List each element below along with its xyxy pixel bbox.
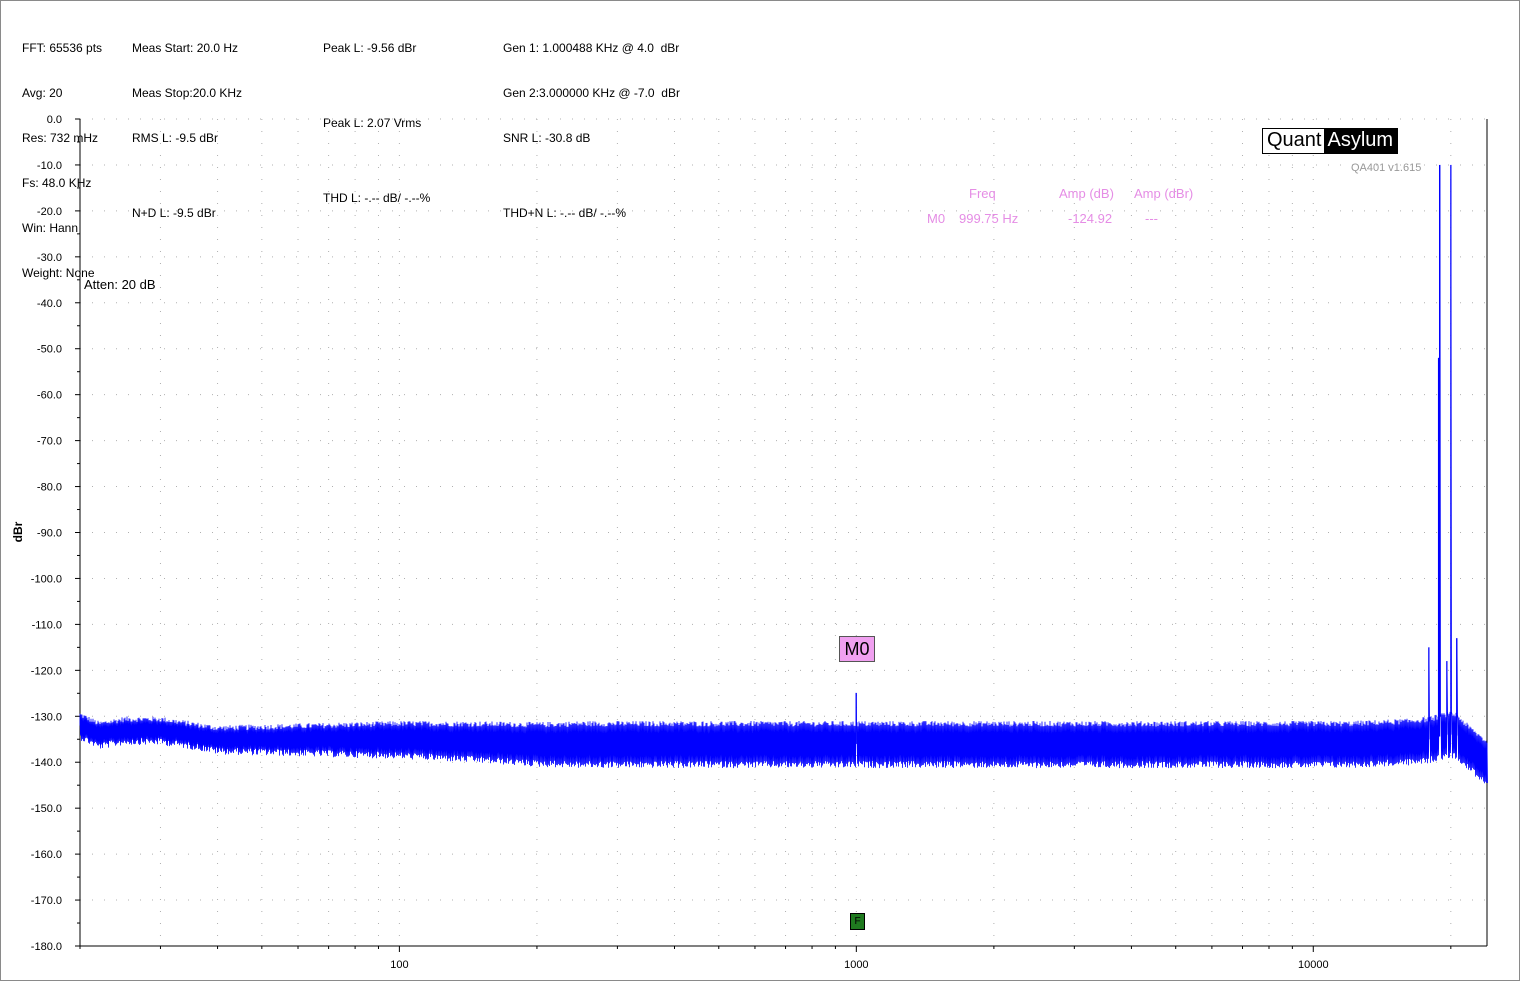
y-tick-label: -130.0	[31, 711, 62, 723]
marker-header-freq: Freq	[969, 186, 996, 201]
y-tick-label: -80.0	[37, 482, 62, 494]
y-tick-label: -70.0	[37, 436, 62, 448]
marker-row-amp-dbr: ---	[1145, 211, 1158, 226]
y-tick-label: -50.0	[37, 344, 62, 356]
y-tick-label: -120.0	[31, 665, 62, 677]
y-tick-label: -20.0	[37, 206, 62, 218]
y-tick-label: -180.0	[31, 941, 62, 953]
spectrum-trace	[79, 164, 1488, 784]
y-tick-label: -140.0	[31, 757, 62, 769]
version-text: QA401 v1.615	[1351, 162, 1422, 174]
y-tick-label: -10.0	[37, 160, 62, 172]
marker-m0-label[interactable]: M0	[839, 636, 875, 662]
marker-row-freq: 999.75 Hz	[959, 211, 1019, 226]
y-tick-label: -160.0	[31, 849, 62, 861]
f-marker[interactable]: F	[850, 913, 865, 930]
x-tick-label: 1000	[844, 959, 868, 971]
y-tick-label: -90.0	[37, 528, 62, 540]
marker-row-amp-db: -124.92	[1068, 211, 1113, 226]
marker-header-amp-db: Amp (dB)	[1059, 186, 1114, 201]
y-tick-label: -30.0	[37, 252, 62, 264]
y-tick-label: -100.0	[31, 573, 62, 585]
marker-row-name: M0	[927, 211, 946, 226]
marker-header-amp-dbr: Amp (dBr)	[1134, 186, 1194, 201]
y-tick-label: 0.0	[47, 114, 62, 126]
y-axis-label: dBr	[11, 521, 25, 543]
x-tick-label: 10000	[1298, 959, 1329, 971]
y-tick-label: -150.0	[31, 803, 62, 815]
y-tick-label: -170.0	[31, 895, 62, 907]
attenuation-text: Atten: 20 dB	[84, 277, 156, 292]
x-tick-label: 100	[390, 959, 408, 971]
y-tick-label: -60.0	[37, 390, 62, 402]
y-tick-label: -40.0	[37, 298, 62, 310]
quantasylum-logo: Quant Asylum	[1262, 128, 1399, 154]
y-tick-label: -110.0	[32, 619, 62, 631]
